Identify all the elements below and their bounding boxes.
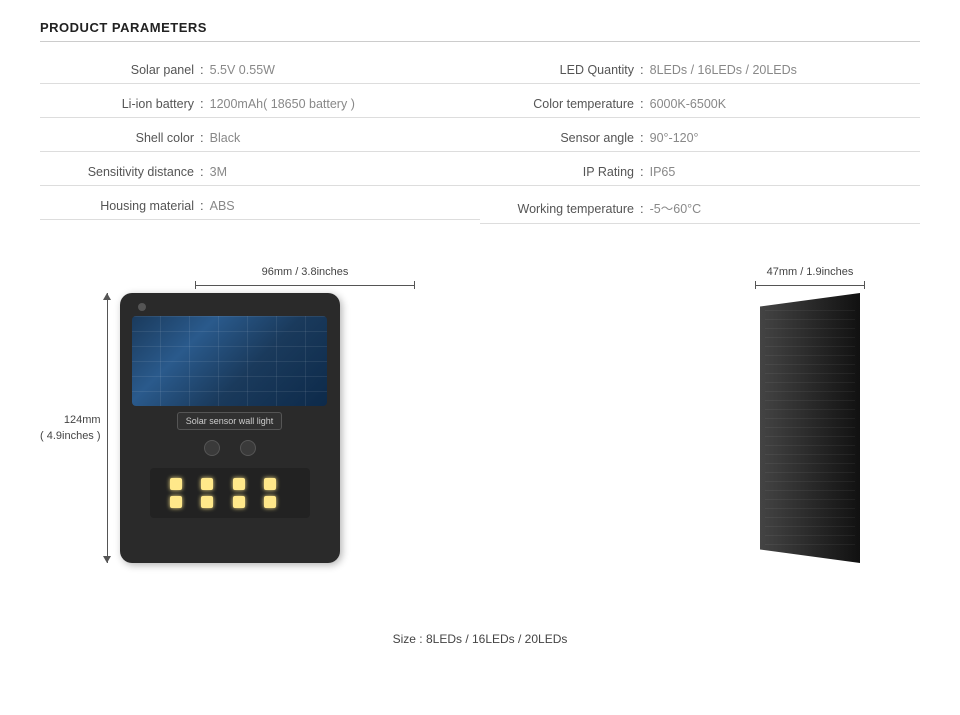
param-value-solar: 5.5V 0.55W (210, 63, 275, 77)
led-6 (201, 496, 213, 508)
led-3 (233, 478, 245, 490)
param-value-sensitivity: 3M (210, 165, 227, 179)
param-row-sensitivity: Sensitivity distance : 3M (40, 164, 480, 186)
side-view-block: 47mm / 1.9inches (700, 266, 920, 616)
size-caption-text: Size : 8LEDs / 16LEDs / 20LEDs (393, 632, 568, 646)
param-label-working-temp: Working temperature (480, 202, 640, 216)
params-col-left: Solar panel : 5.5V 0.55W Li-ion battery … (40, 62, 480, 236)
sensor-row (204, 440, 256, 456)
side-width-dim-block: 47mm / 1.9inches (755, 266, 865, 289)
param-label-color: Shell color (40, 131, 200, 145)
param-row-color: Shell color : Black (40, 130, 480, 152)
front-row: 124mm ( 4.9inches ) Solar sensor wall li… (40, 293, 680, 563)
param-value-led-qty: 8LEDs / 16LEDs / 20LEDs (650, 63, 797, 77)
param-row-housing: Housing material : ABS (40, 198, 480, 220)
param-row-working-temp: Working temperature : -5～60°C (480, 198, 920, 224)
led-7 (233, 496, 245, 508)
param-row-battery: Li-ion battery : 1200mAh( 18650 battery … (40, 96, 480, 118)
param-value-sensor-angle: 90°-120° (650, 131, 699, 145)
param-label-color-temp: Color temperature (480, 97, 640, 111)
params-col-right: LED Quantity : 8LEDs / 16LEDs / 20LEDs C… (480, 62, 920, 236)
param-value-battery: 1200mAh( 18650 battery ) (210, 97, 355, 111)
side-width-label: 47mm / 1.9inches (755, 266, 865, 278)
page: PRODUCT PARAMETERS Solar panel : 5.5V 0.… (0, 0, 960, 715)
param-value-housing: ABS (210, 199, 235, 213)
param-label-sensitivity: Sensitivity distance (40, 165, 200, 179)
side-width-arrow (755, 281, 865, 289)
section-header: PRODUCT PARAMETERS (40, 20, 920, 42)
param-row-solar: Solar panel : 5.5V 0.55W (40, 62, 480, 84)
side-product-image (760, 293, 860, 563)
param-row-led-qty: LED Quantity : 8LEDs / 16LEDs / 20LEDs (480, 62, 920, 84)
led-1 (170, 478, 182, 490)
param-value-ip: IP65 (650, 165, 676, 179)
width-dim-block: 96mm / 3.8inches (195, 266, 415, 289)
sensor-badge: Solar sensor wall light (177, 412, 283, 430)
param-value-working-temp: -5～60°C (650, 198, 702, 217)
front-product-image: Solar sensor wall light (120, 293, 340, 563)
param-value-color-temp: 6000K-6500K (650, 97, 726, 111)
param-label-housing: Housing material (40, 199, 200, 213)
param-label-solar: Solar panel (40, 63, 200, 77)
width-label: 96mm / 3.8inches (195, 266, 415, 278)
solar-panel (132, 316, 327, 406)
size-caption: Size : 8LEDs / 16LEDs / 20LEDs (40, 632, 920, 646)
led-2 (201, 478, 213, 490)
param-label-sensor-angle: Sensor angle (480, 131, 640, 145)
v-arrow-area: 124mm ( 4.9inches ) (40, 293, 108, 563)
led-5 (170, 496, 182, 508)
height-arrow-line (107, 293, 108, 563)
led-8 (264, 496, 276, 508)
dimensions-section: 96mm / 3.8inches 124mm ( 4.9inches ) (40, 266, 920, 616)
param-label-led-qty: LED Quantity (480, 63, 640, 77)
param-label-ip: IP Rating (480, 165, 640, 179)
height-label: 124mm ( 4.9inches ) (40, 412, 101, 445)
param-label-battery: Li-ion battery (40, 97, 200, 111)
led-grid (150, 468, 310, 518)
param-value-color: Black (210, 131, 241, 145)
params-section: Solar panel : 5.5V 0.55W Li-ion battery … (40, 62, 920, 236)
width-arrow (195, 281, 415, 289)
param-row-ip: IP Rating : IP65 (480, 164, 920, 186)
param-row-color-temp: Color temperature : 6000K-6500K (480, 96, 920, 118)
param-row-sensor-angle: Sensor angle : 90°-120° (480, 130, 920, 152)
motion-sensor-left (204, 440, 220, 456)
top-sensor-dot (138, 303, 146, 311)
led-4 (264, 478, 276, 490)
motion-sensor-right (240, 440, 256, 456)
section-title: PRODUCT PARAMETERS (40, 20, 207, 35)
